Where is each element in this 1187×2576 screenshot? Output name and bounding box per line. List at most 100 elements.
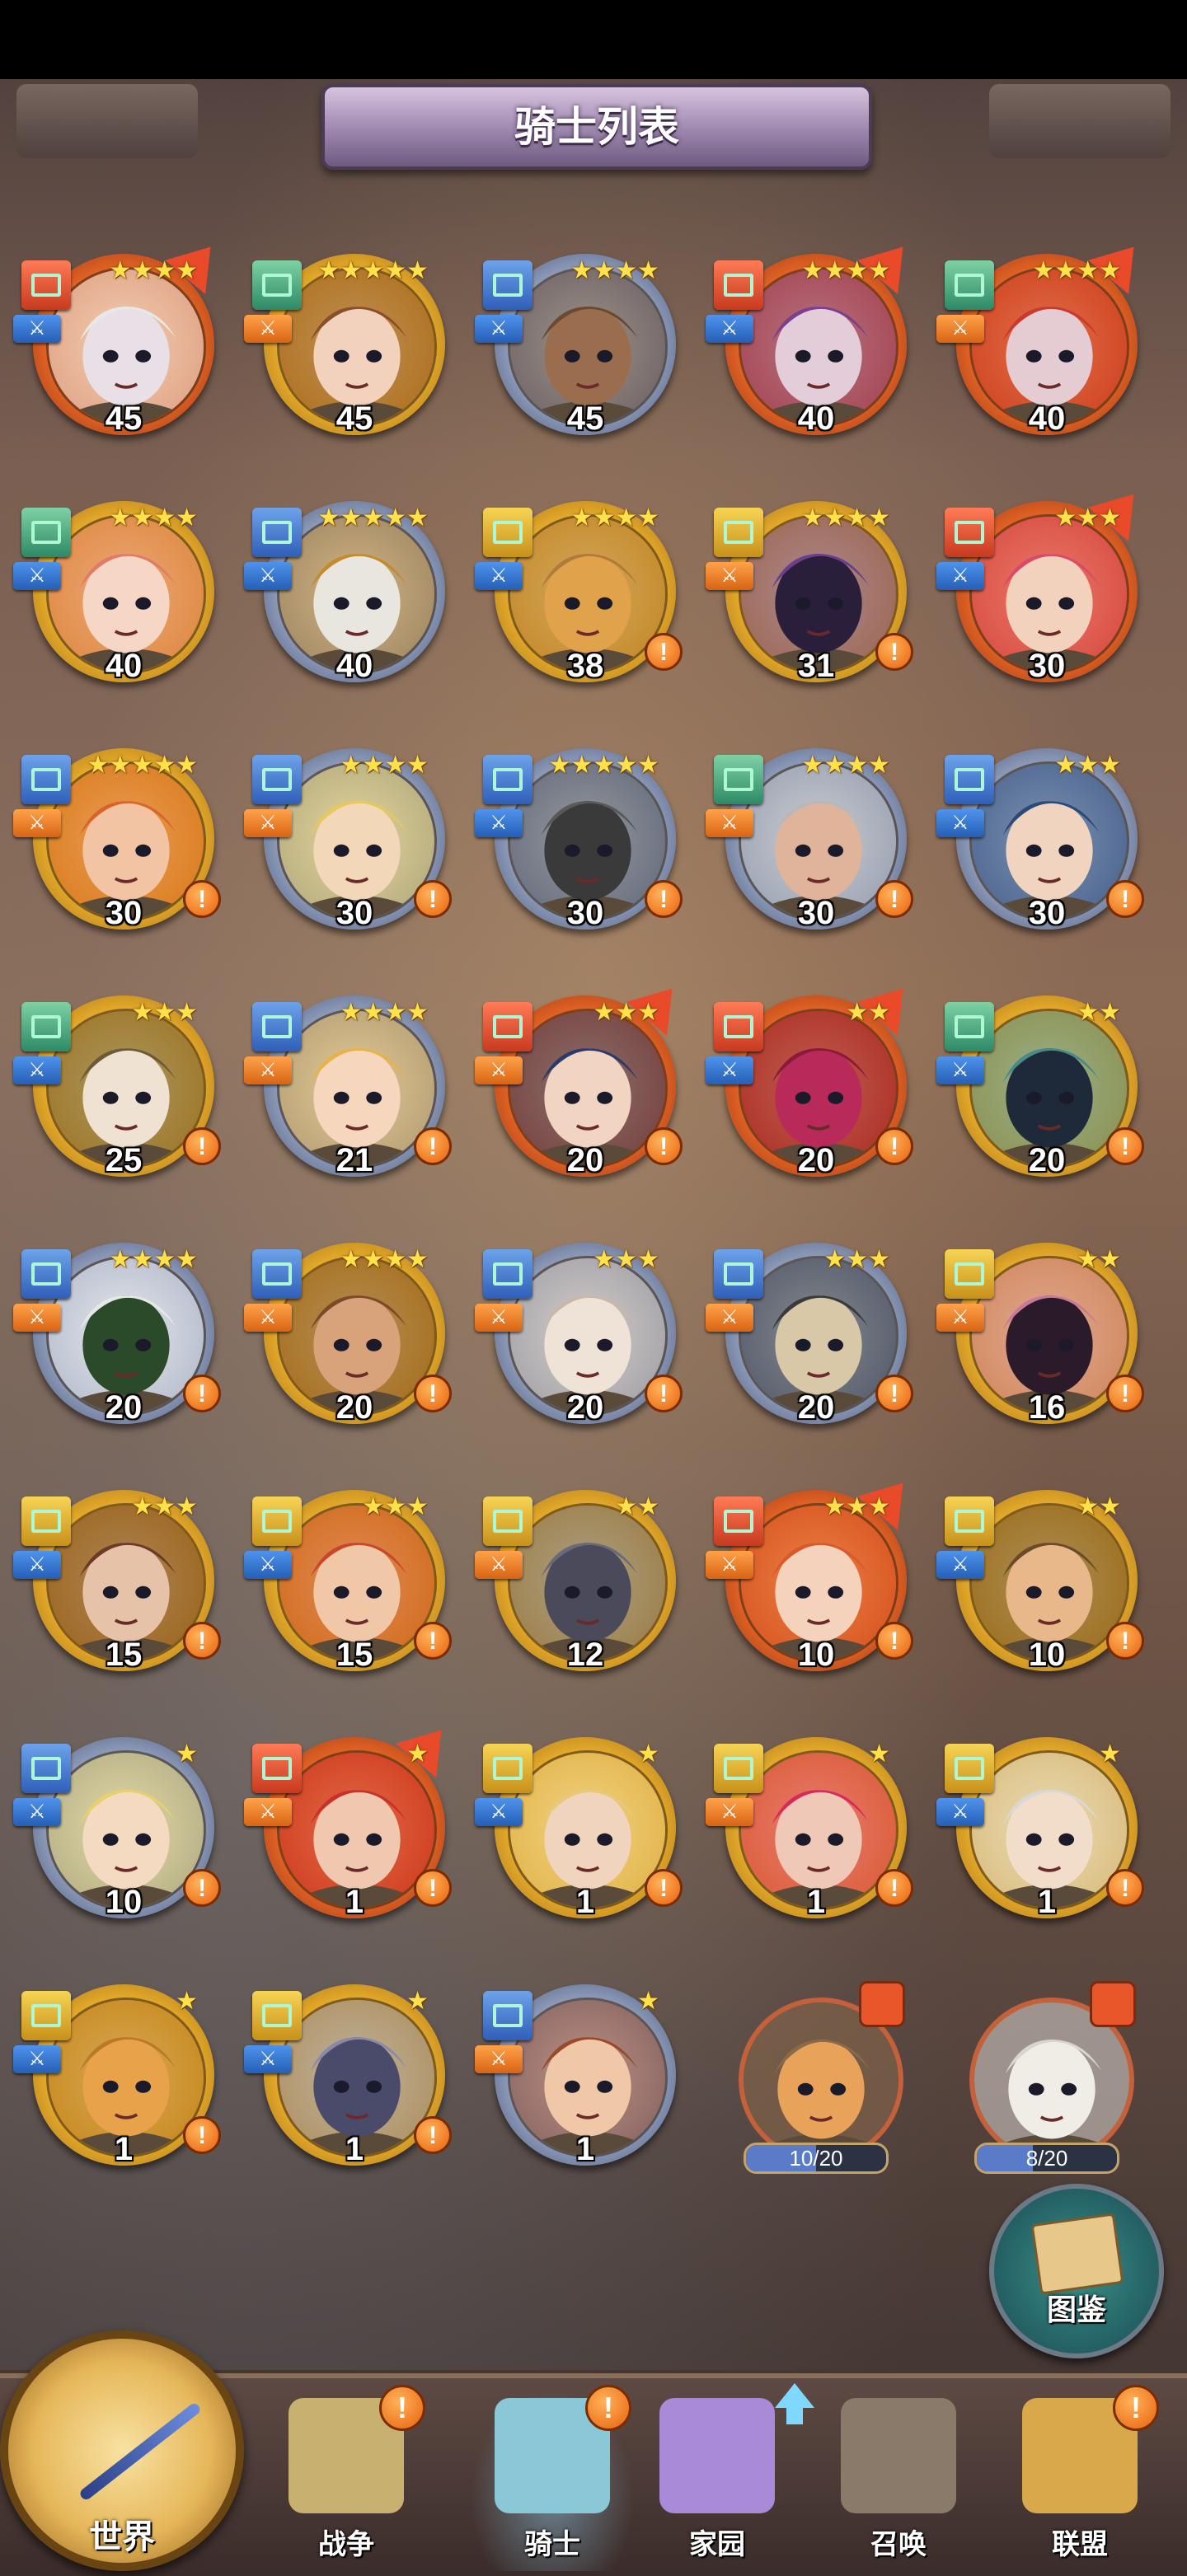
codex-button[interactable]: 图鉴 — [989, 2184, 1164, 2358]
star-rating: ★★★★ — [801, 504, 890, 532]
star-rating: ★ — [406, 1740, 429, 1768]
knight-card[interactable]: ★★★★ ⚔ 40 — [936, 230, 1154, 461]
class-icon — [714, 1249, 763, 1299]
knight-level: 40 — [1028, 400, 1066, 437]
class-icon — [483, 1496, 533, 1546]
knight-card[interactable]: ★★ ⚔ 12 — [475, 1483, 678, 1698]
alert-icon: ! — [875, 1375, 913, 1412]
knight-card[interactable]: ★★ ⚔ 16! — [936, 1236, 1144, 1450]
role-icon: ⚔ — [706, 315, 753, 343]
knight-card[interactable]: ★ ⚔ 1 — [475, 1978, 678, 2192]
knight-card[interactable]: ★★★★★ ⚔ 40 — [244, 494, 447, 709]
role-icon: ⚔ — [475, 809, 523, 837]
star-rating: ★ — [406, 1988, 429, 2015]
alert-icon: ! — [183, 1622, 221, 1660]
knight-card[interactable]: ★★★★ ⚔ 40 — [706, 230, 923, 461]
class-icon — [483, 260, 533, 310]
knight-card[interactable]: ★★★ ⚔ 15! — [13, 1483, 221, 1698]
alert-icon: ! — [645, 1127, 683, 1165]
knight-card[interactable]: ★ ⚔ 1! — [706, 1731, 913, 1945]
knight-card[interactable]: ★★★★ ⚔ 31! — [706, 494, 913, 709]
knight-card[interactable]: ★★★ ⚔ 20! — [706, 1236, 913, 1450]
role-icon: ⚔ — [936, 562, 984, 590]
alert-icon: ! — [645, 1869, 683, 1907]
knight-card[interactable]: ★★★★ ⚔ 20! — [244, 1236, 452, 1450]
knight-card[interactable]: ★★★★ ⚔ 30! — [244, 742, 452, 956]
class-icon — [714, 1744, 763, 1793]
class-icon — [945, 260, 994, 310]
knight-card[interactable]: ★★★★ ⚔ 40 — [13, 494, 216, 709]
train-icon — [841, 2398, 956, 2513]
star-rating: ★★★★ — [801, 257, 890, 284]
star-rating: ★★★★★ — [317, 257, 429, 284]
knight-card[interactable]: ★★★★ ⚔ 21! — [244, 989, 452, 1203]
fragment-card[interactable]: 10/20 — [711, 1978, 908, 2192]
nav-alert-icon: ! — [1113, 2385, 1159, 2431]
knight-card[interactable]: ★★★★ ⚔ 45 — [475, 247, 678, 461]
codex-label: 图鉴 — [1046, 2293, 1106, 2326]
knight-card[interactable]: ★ ⚔ 1! — [244, 1978, 452, 2192]
nav-label: 家园 — [689, 2529, 745, 2560]
fragment-card[interactable]: 8/20 — [941, 1978, 1139, 2192]
title-plate: 骑士列表 — [321, 84, 872, 170]
nav-alert-icon: ! — [585, 2385, 631, 2431]
role-icon: ⚔ — [936, 1798, 984, 1826]
knight-card[interactable]: ★★★ ⚔ 10! — [706, 1466, 923, 1698]
role-icon: ⚔ — [475, 1304, 523, 1332]
knight-level: 12 — [566, 1637, 604, 1673]
role-icon: ⚔ — [706, 562, 753, 590]
role-icon: ⚔ — [475, 562, 523, 590]
star-rating: ★★★ — [593, 999, 659, 1026]
knight-card[interactable]: ★★★★★ ⚔ 45 — [244, 247, 447, 461]
knight-card[interactable]: ★★★ ⚔ 20! — [475, 972, 692, 1203]
alert-icon: ! — [1106, 1869, 1144, 1907]
knight-card[interactable]: ★★★★ ⚔ 38! — [475, 494, 683, 709]
knight-card[interactable]: ★ ⚔ 1! — [475, 1731, 683, 1945]
star-rating: ★★★ — [1054, 504, 1121, 532]
role-icon: ⚔ — [244, 315, 292, 343]
star-rating: ★★★★★ — [317, 504, 429, 532]
star-rating: ★★★★ — [340, 1246, 429, 1273]
knight-card[interactable]: ★★★ ⚔ 25! — [13, 989, 221, 1203]
alert-icon: ! — [1106, 1375, 1144, 1412]
knight-card[interactable]: ★★ ⚔ 10! — [936, 1483, 1144, 1698]
knight-card[interactable]: ★★★★★ ⚔ 30! — [13, 742, 221, 956]
star-rating: ★★ — [1077, 1493, 1121, 1520]
knight-card[interactable]: ★ ⚔ 10! — [13, 1731, 221, 1945]
knight-card[interactable]: ★★★ ⚔ 30! — [936, 742, 1144, 956]
knight-card[interactable]: ★ ⚔ 1! — [13, 1978, 221, 2192]
header-clock-decoration — [989, 84, 1171, 158]
class-icon — [483, 1991, 533, 2040]
star-rating: ★★★ — [593, 1246, 659, 1273]
alert-icon: ! — [414, 1622, 452, 1660]
role-icon: ⚔ — [475, 1798, 523, 1826]
star-rating: ★★★★ — [570, 504, 659, 532]
knight-card[interactable]: ★★★★ ⚔ 20! — [13, 1236, 221, 1450]
alert-icon: ! — [875, 1622, 913, 1660]
knight-card[interactable]: ★★★ ⚔ 15! — [244, 1483, 452, 1698]
alert-icon: ! — [875, 1869, 913, 1907]
nav-item-house[interactable]: 家园 — [635, 2390, 800, 2571]
knight-card[interactable]: ★ ⚔ 1! — [244, 1713, 462, 1945]
star-rating: ★★★★★ — [548, 752, 659, 779]
class-icon — [945, 1249, 994, 1299]
knight-card[interactable]: ★★★★ ⚔ 45 — [13, 230, 231, 461]
star-rating: ★★ — [1077, 999, 1121, 1026]
knight-card[interactable]: ★★★ ⚔ 30 — [936, 477, 1154, 709]
star-rating: ★★★★ — [109, 257, 198, 284]
role-icon: ⚔ — [475, 1551, 523, 1579]
nav-item-train[interactable]: 召唤 — [816, 2390, 981, 2571]
knight-card[interactable]: ★★★★★ ⚔ 30! — [475, 742, 683, 956]
knight-card[interactable]: ★★★ ⚔ 20! — [475, 1236, 683, 1450]
alert-icon: ! — [875, 880, 913, 918]
knight-card[interactable]: ★★★★ ⚔ 30! — [706, 742, 913, 956]
class-icon — [483, 755, 533, 804]
knight-card[interactable]: ★ ⚔ 1! — [936, 1731, 1144, 1945]
role-icon: ⚔ — [706, 1551, 753, 1579]
star-rating: ★ — [176, 1988, 198, 2015]
fragment-progress-bar: 10/20 — [744, 2143, 889, 2174]
role-icon: ⚔ — [475, 1056, 523, 1084]
class-icon — [483, 1744, 533, 1793]
knight-card[interactable]: ★★ ⚔ 20! — [936, 989, 1144, 1203]
knight-card[interactable]: ★★ ⚔ 20! — [706, 972, 923, 1203]
